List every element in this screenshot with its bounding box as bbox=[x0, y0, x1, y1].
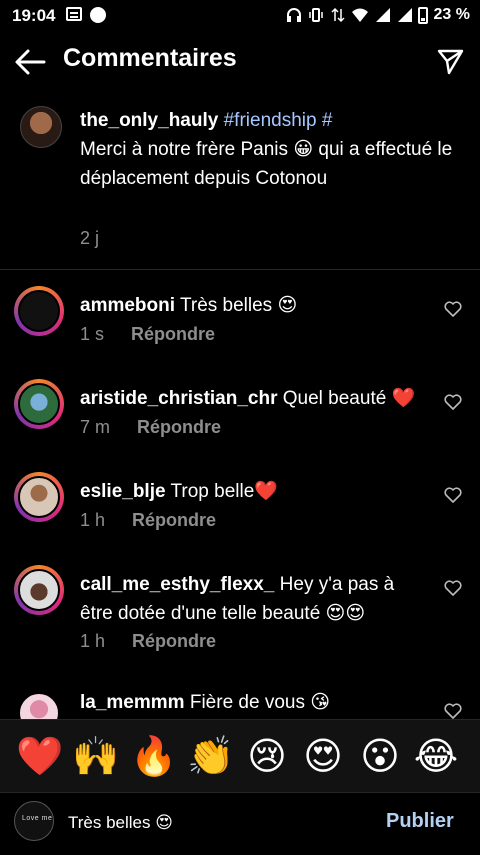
emoji-tears-of-joy[interactable]: 😂 bbox=[412, 732, 460, 780]
header: Commentaires bbox=[0, 36, 480, 86]
avatar bbox=[18, 383, 60, 425]
avatar bbox=[18, 476, 60, 518]
message-icon bbox=[66, 7, 82, 21]
comment-time: 1 h bbox=[80, 510, 106, 530]
comment-input-bar: Love me Très belles 😍 Publier bbox=[0, 792, 480, 855]
wifi-icon bbox=[351, 8, 368, 22]
avatar: Love me bbox=[14, 801, 54, 841]
comment-meta: 1 s Répondre bbox=[80, 324, 215, 345]
emoji-red-heart[interactable]: ❤️ bbox=[16, 732, 64, 780]
data-arrows-icon bbox=[331, 7, 345, 23]
page-title: Commentaires bbox=[63, 44, 237, 72]
comment-emoji: 😍😍 bbox=[325, 602, 366, 624]
comment-username[interactable]: call_me_esthy_flexx_ bbox=[80, 574, 274, 595]
headset-icon bbox=[286, 8, 301, 22]
caption-text: the_only_hauly #friendship # Merci à not… bbox=[80, 106, 460, 193]
comment-body: Trop belle bbox=[170, 481, 255, 502]
comment-text: la_memmm Fière de vous 😘 bbox=[80, 688, 430, 717]
comment-item: call_me_esthy_flexx_ Hey y'a pas à être … bbox=[0, 565, 480, 665]
status-right: 23 % bbox=[286, 6, 470, 24]
avatar bbox=[18, 569, 60, 611]
comment-time: 7 m bbox=[80, 417, 111, 437]
avatar-logo-text: Love me bbox=[22, 815, 53, 822]
emoji-fire[interactable]: 🔥 bbox=[130, 732, 178, 780]
emoji-heart-eyes[interactable]: 😍 bbox=[299, 732, 347, 780]
avatar-story-ring[interactable] bbox=[14, 565, 64, 615]
signal-3g-icon bbox=[375, 8, 390, 22]
reply-button[interactable]: Répondre bbox=[137, 417, 221, 437]
comment-meta: 7 m Répondre bbox=[80, 417, 221, 438]
like-heart-icon[interactable] bbox=[444, 394, 462, 410]
emoji-quick-bar: ❤️ 🙌 🔥 👏 😢 😍 😮 😂 bbox=[0, 719, 480, 793]
comment-item: ammeboni Très belles 😍 1 s Répondre bbox=[0, 286, 480, 366]
comment-item: eslie_blje Trop belle❤️ 1 h Répondre bbox=[0, 472, 480, 552]
chat-icon bbox=[90, 7, 106, 23]
comment-meta: 1 h Répondre bbox=[80, 510, 216, 531]
comment-username[interactable]: ammeboni bbox=[80, 295, 175, 316]
reply-button[interactable]: Répondre bbox=[132, 631, 216, 651]
comment-emoji: ❤️ bbox=[254, 480, 278, 502]
battery-percent: 23 % bbox=[433, 6, 470, 23]
divider bbox=[0, 269, 480, 270]
caption-emoji: 😀 bbox=[293, 138, 314, 160]
comment-text: call_me_esthy_flexx_ Hey y'a pas à être … bbox=[80, 570, 430, 628]
caption-time: 2 j bbox=[80, 228, 100, 248]
avatar[interactable] bbox=[20, 106, 62, 148]
emoji-crying-face[interactable]: 😢 bbox=[243, 732, 291, 780]
status-time: 19:04 bbox=[12, 6, 56, 25]
comment-body: Quel beauté bbox=[282, 388, 387, 409]
like-heart-icon[interactable] bbox=[444, 487, 462, 503]
send-icon[interactable] bbox=[436, 47, 464, 75]
comment-item: la_memmm Fière de vous 😘 bbox=[0, 688, 480, 719]
publish-button[interactable]: Publier bbox=[386, 810, 454, 833]
vibrate-icon bbox=[308, 8, 323, 22]
status-bar: 19:04 23 % bbox=[0, 0, 480, 32]
status-notification-icons bbox=[66, 7, 106, 23]
comment-time: 1 s bbox=[80, 324, 105, 344]
reply-button[interactable]: Répondre bbox=[131, 324, 215, 344]
avatar bbox=[18, 692, 60, 719]
avatar-story-ring[interactable] bbox=[14, 379, 64, 429]
comment-item: aristide_christian_chr Quel beauté ❤️ 7 … bbox=[0, 379, 480, 459]
reply-button[interactable]: Répondre bbox=[132, 510, 216, 530]
comment-emoji: ❤️ bbox=[391, 387, 416, 409]
comment-body: Fière de vous bbox=[189, 692, 305, 713]
comment-text: eslie_blje Trop belle❤️ bbox=[80, 477, 430, 506]
comment-meta: 1 h Répondre bbox=[80, 631, 216, 652]
like-heart-icon[interactable] bbox=[444, 301, 462, 317]
signal-g-icon bbox=[397, 8, 412, 22]
avatar-story-ring[interactable] bbox=[14, 688, 64, 719]
hashtag-suffix: # bbox=[316, 110, 333, 131]
comment-time: 1 h bbox=[80, 631, 106, 651]
avatar-story-ring[interactable] bbox=[14, 286, 64, 336]
comment-emoji: 😍 bbox=[277, 294, 298, 316]
comment-body: Très belles bbox=[179, 295, 273, 316]
like-heart-icon[interactable] bbox=[444, 580, 462, 596]
back-arrow-icon[interactable] bbox=[14, 48, 46, 76]
caption-username[interactable]: the_only_hauly bbox=[80, 110, 218, 131]
caption-body: Merci à notre frère Panis bbox=[80, 139, 289, 160]
comment-emoji: 😘 bbox=[310, 691, 331, 713]
like-heart-icon[interactable] bbox=[444, 703, 462, 719]
comment-input[interactable]: Très belles 😍 bbox=[68, 813, 173, 833]
emoji-clapping-hands[interactable]: 👏 bbox=[187, 732, 235, 780]
hashtag-link[interactable]: #friendship bbox=[224, 110, 317, 131]
emoji-raising-hands[interactable]: 🙌 bbox=[72, 732, 120, 780]
emoji-open-mouth[interactable]: 😮 bbox=[356, 732, 404, 780]
avatar-story-ring[interactable] bbox=[14, 472, 64, 522]
avatar bbox=[18, 290, 60, 332]
comment-username[interactable]: eslie_blje bbox=[80, 481, 166, 502]
comment-username[interactable]: la_memmm bbox=[80, 692, 185, 713]
comment-text: aristide_christian_chr Quel beauté ❤️ bbox=[80, 384, 430, 413]
comment-text: ammeboni Très belles 😍 bbox=[80, 291, 430, 320]
battery-icon bbox=[417, 6, 428, 24]
comment-username[interactable]: aristide_christian_chr bbox=[80, 388, 277, 409]
